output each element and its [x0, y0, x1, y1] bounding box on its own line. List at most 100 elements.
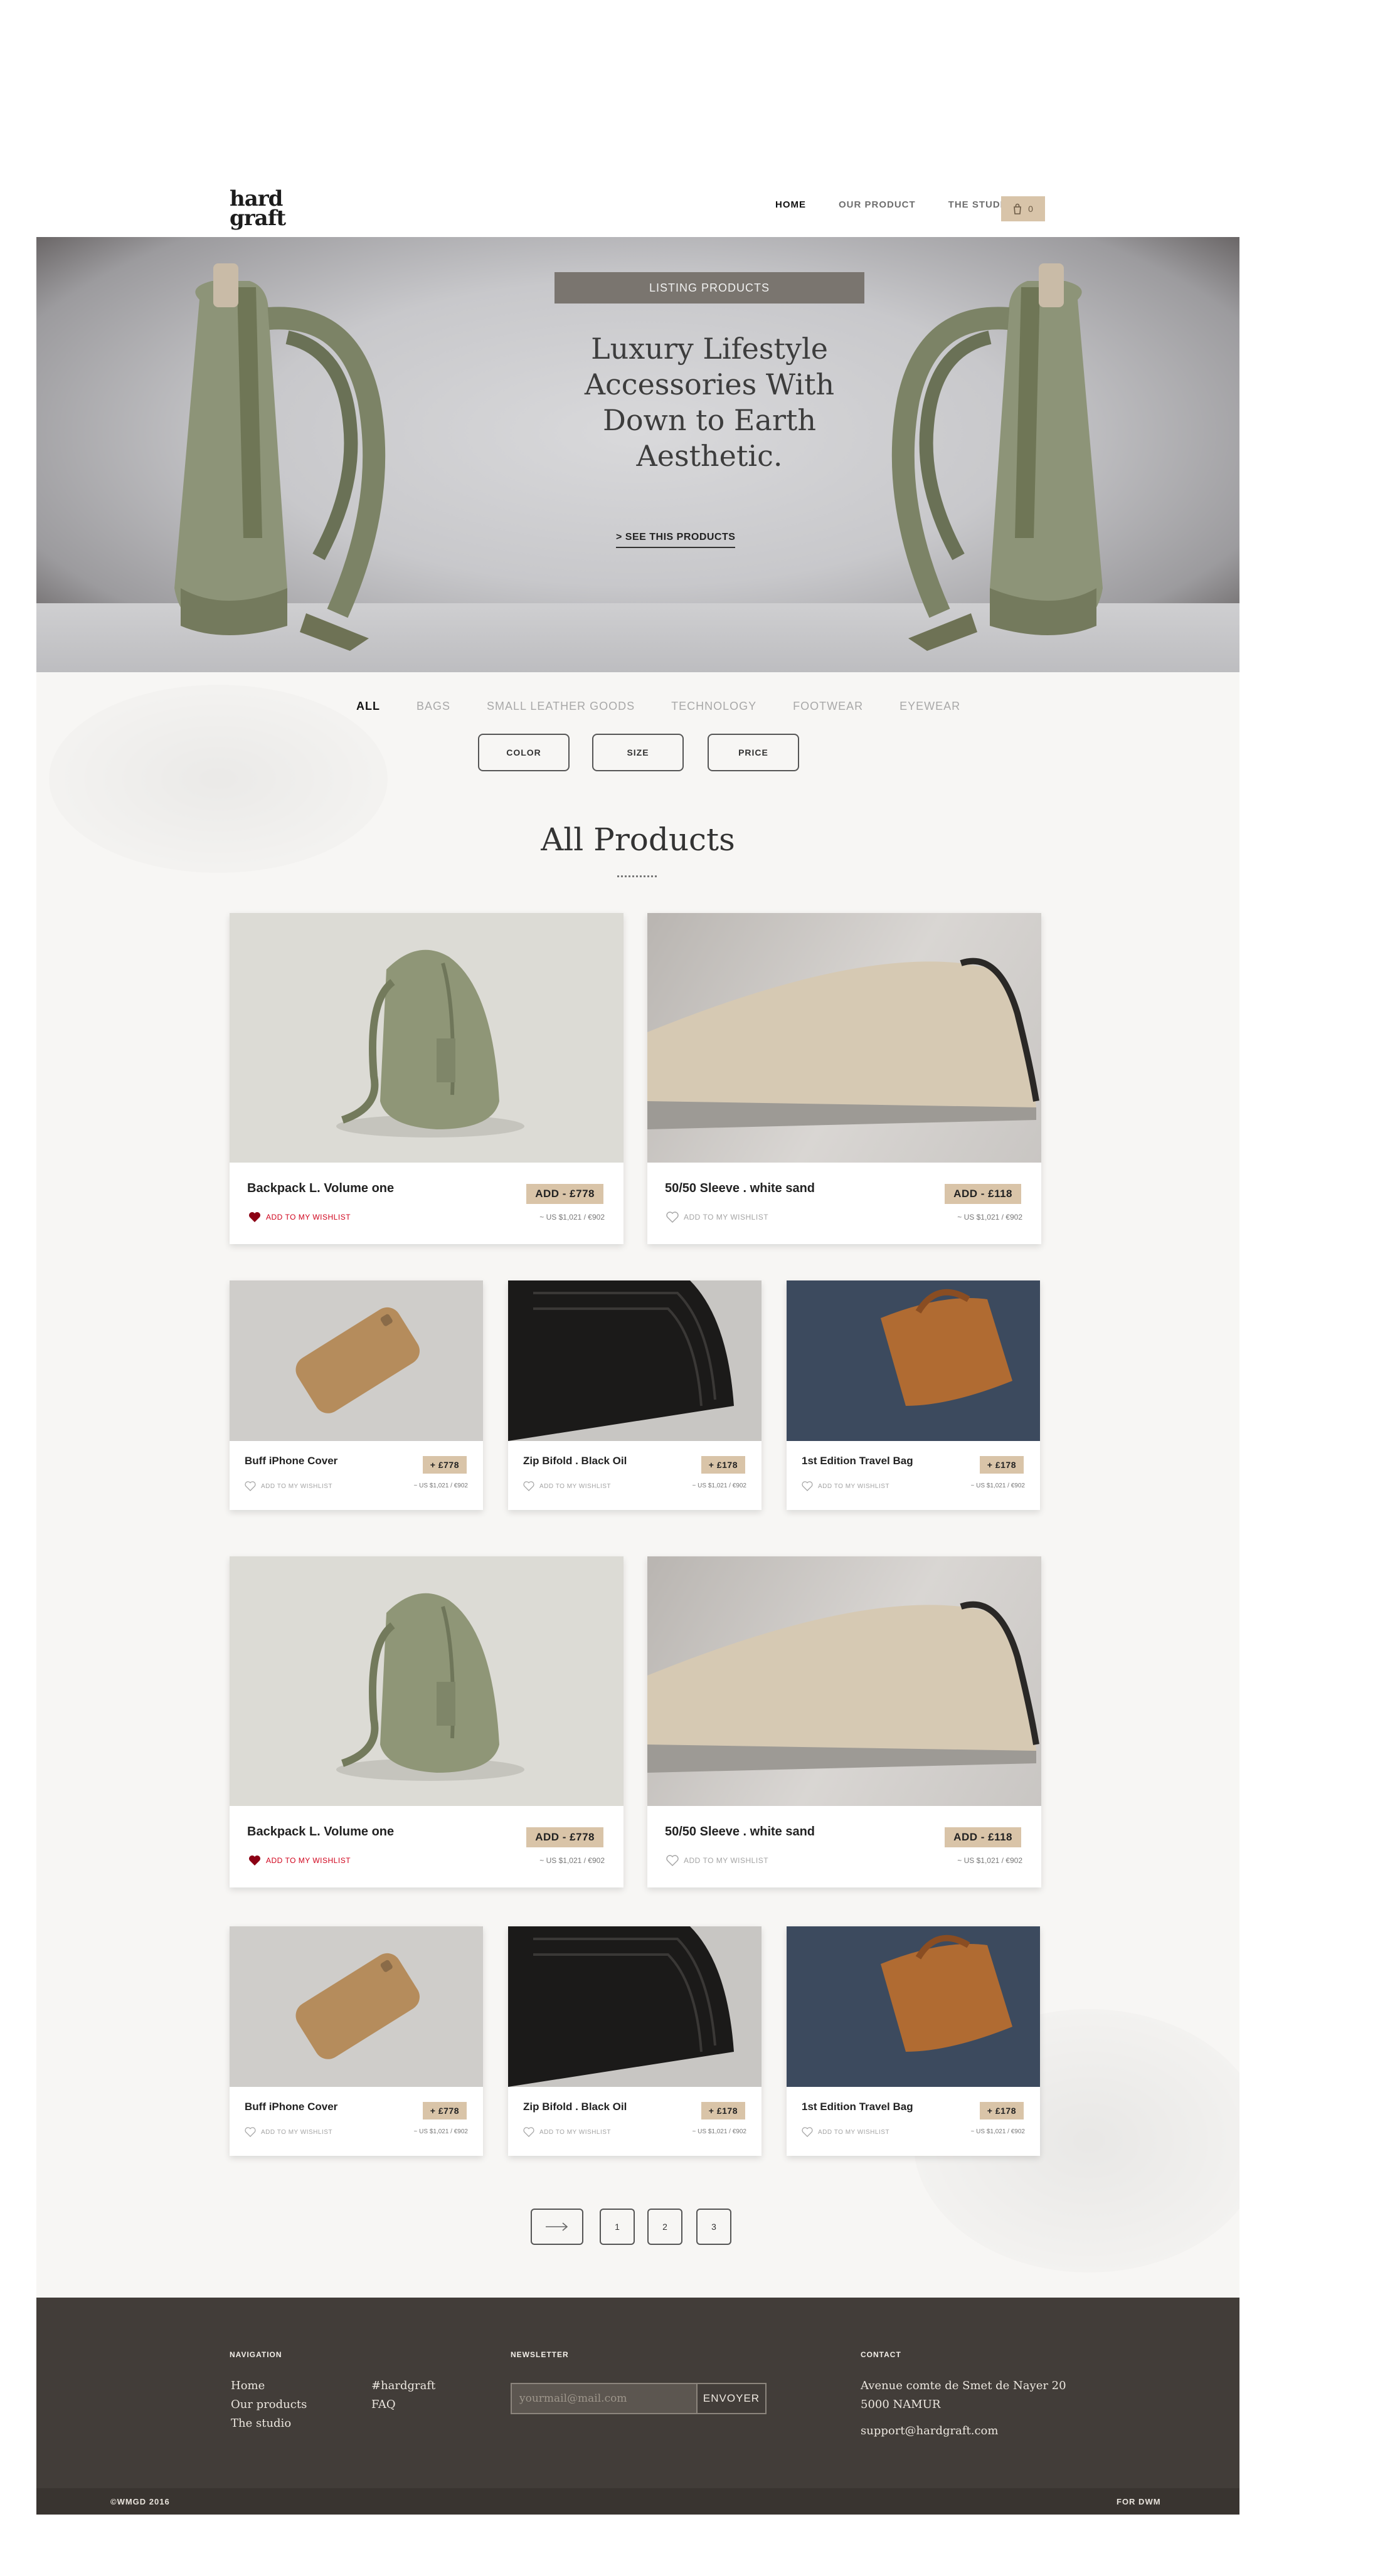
- title-divider: [617, 875, 659, 877]
- product-name: Buff iPhone Cover: [245, 2101, 338, 2113]
- product-card[interactable]: 1st Edition Travel Bag + £178 ADD TO MY …: [787, 1926, 1040, 2156]
- hero-title-line: Aesthetic.: [636, 439, 783, 473]
- product-image-backpack: [230, 1556, 624, 1806]
- product-image-sleeve: [647, 913, 1041, 1163]
- add-to-cart-button[interactable]: + £778: [422, 2102, 467, 2119]
- price-conversion: ~ US $1,021 / €902: [692, 1482, 746, 1489]
- tab-all[interactable]: ALL: [356, 700, 380, 713]
- hero-title: Luxury Lifestyle Accessories With Down t…: [513, 331, 906, 474]
- wishlist-toggle[interactable]: ADD TO MY WISHLIST: [245, 1481, 332, 1491]
- filter-price-button[interactable]: PRICE: [708, 734, 799, 771]
- wishlist-label: ADD TO MY WISHLIST: [818, 1482, 890, 1490]
- tab-eyewear[interactable]: EYEWEAR: [899, 700, 960, 713]
- iphone-cover-illustration: [295, 1953, 420, 2059]
- wishlist-label: ADD TO MY WISHLIST: [539, 1482, 612, 1490]
- heart-icon: [245, 1481, 256, 1491]
- wishlist-toggle[interactable]: ADD TO MY WISHLIST: [248, 1211, 351, 1223]
- footer-link-home[interactable]: Home: [231, 2379, 265, 2392]
- page-3-button[interactable]: 3: [696, 2209, 731, 2245]
- price-conversion: ~ US $1,021 / €902: [539, 1856, 605, 1865]
- tab-small-leather-goods[interactable]: SMALL LEATHER GOODS: [487, 700, 635, 713]
- tab-bags[interactable]: BAGS: [417, 700, 450, 713]
- wishlist-label: ADD TO MY WISHLIST: [266, 1213, 351, 1222]
- cart-button[interactable]: 0: [1001, 196, 1045, 221]
- add-to-cart-button[interactable]: + £178: [701, 2102, 745, 2119]
- wishlist-toggle[interactable]: ADD TO MY WISHLIST: [666, 1855, 768, 1866]
- price-conversion: ~ US $1,021 / €902: [539, 1213, 605, 1222]
- category-tabs: ALL BAGS SMALL LEATHER GOODS TECHNOLOGY …: [356, 700, 997, 713]
- product-card[interactable]: 50/50 Sleeve . white sand ADD - £118 ADD…: [647, 1556, 1041, 1887]
- heart-icon: [245, 2127, 256, 2137]
- product-image-backpack: [230, 913, 624, 1163]
- travel-bag-illustration: [787, 1926, 1040, 2087]
- product-card[interactable]: Buff iPhone Cover + £778 ADD TO MY WISHL…: [230, 1926, 483, 2156]
- brand-logo[interactable]: hard graft: [230, 188, 299, 229]
- add-to-cart-button[interactable]: + £178: [979, 1456, 1024, 1474]
- product-image-iphone-cover: [230, 1280, 483, 1441]
- product-card[interactable]: Buff iPhone Cover + £778 ADD TO MY WISHL…: [230, 1280, 483, 1510]
- wishlist-toggle[interactable]: ADD TO MY WISHLIST: [523, 1481, 611, 1491]
- wishlist-toggle[interactable]: ADD TO MY WISHLIST: [666, 1211, 768, 1223]
- add-to-cart-button[interactable]: ADD - £778: [526, 1827, 603, 1847]
- newsletter-submit-button[interactable]: ENVOYER: [696, 2383, 767, 2414]
- wishlist-toggle[interactable]: ADD TO MY WISHLIST: [248, 1855, 351, 1866]
- product-name: Backpack L. Volume one: [247, 1825, 395, 1839]
- nav-home[interactable]: HOME: [775, 199, 806, 210]
- wallet-illustration: [508, 1280, 734, 1441]
- add-to-cart-button[interactable]: ADD - £118: [945, 1184, 1021, 1204]
- product-name: Backpack L. Volume one: [247, 1181, 395, 1195]
- tab-technology[interactable]: TECHNOLOGY: [671, 700, 756, 713]
- footer-link-the-studio[interactable]: The studio: [231, 2417, 291, 2430]
- cart-count: 0: [1028, 204, 1033, 214]
- hero-title-line: Down to Earth: [602, 403, 817, 437]
- product-name: Buff iPhone Cover: [245, 1455, 338, 1467]
- newsletter-email-input[interactable]: [511, 2383, 696, 2414]
- price-conversion: ~ US $1,021 / €902: [970, 1482, 1025, 1489]
- product-card[interactable]: Zip Bifold . Black Oil + £178 ADD TO MY …: [508, 1280, 761, 1510]
- wishlist-toggle[interactable]: ADD TO MY WISHLIST: [523, 2127, 611, 2137]
- add-to-cart-button[interactable]: + £778: [422, 1456, 467, 1474]
- tab-footwear[interactable]: FOOTWEAR: [793, 700, 863, 713]
- nav-our-product[interactable]: OUR PRODUCT: [839, 199, 916, 210]
- page-1-button[interactable]: 1: [600, 2209, 635, 2245]
- price-conversion: ~ US $1,021 / €902: [413, 1482, 468, 1489]
- product-card[interactable]: Backpack L. Volume one ADD - £778 ADD TO…: [230, 1556, 624, 1887]
- next-page-button[interactable]: [531, 2209, 583, 2245]
- contact-email-link[interactable]: support@hardgraft.com: [861, 2424, 998, 2437]
- footer-link-faq[interactable]: FAQ: [371, 2398, 396, 2411]
- product-card[interactable]: Zip Bifold . Black Oil + £178 ADD TO MY …: [508, 1926, 761, 2156]
- footer-link-hardgraft[interactable]: #hardgraft: [371, 2379, 435, 2392]
- add-to-cart-button[interactable]: ADD - £778: [526, 1184, 603, 1204]
- add-to-cart-button[interactable]: + £178: [701, 1456, 745, 1474]
- price-conversion: ~ US $1,021 / €902: [957, 1213, 1022, 1222]
- add-to-cart-button[interactable]: + £178: [979, 2102, 1024, 2119]
- heart-icon: [249, 1212, 260, 1222]
- footer-link-our-products[interactable]: Our products: [231, 2398, 307, 2411]
- backpack-left-image: [174, 263, 386, 651]
- heart-icon: [666, 1855, 679, 1866]
- backpack-illustration: [336, 1593, 524, 1781]
- price-conversion: ~ US $1,021 / €902: [413, 2128, 468, 2135]
- wishlist-label: ADD TO MY WISHLIST: [261, 1482, 333, 1490]
- hero-banner: LISTING PRODUCTS Luxury Lifestyle Access…: [36, 237, 1239, 672]
- product-name: 50/50 Sleeve . white sand: [665, 1181, 815, 1195]
- contact-address-line2: 5000 NAMUR: [861, 2398, 941, 2411]
- product-card[interactable]: Backpack L. Volume one ADD - £778 ADD TO…: [230, 913, 624, 1244]
- price-conversion: ~ US $1,021 / €902: [970, 2128, 1025, 2135]
- product-name: Zip Bifold . Black Oil: [523, 1455, 627, 1467]
- filter-color-button[interactable]: COLOR: [478, 734, 570, 771]
- page-2-button[interactable]: 2: [647, 2209, 682, 2245]
- product-card[interactable]: 50/50 Sleeve . white sand ADD - £118 ADD…: [647, 913, 1041, 1244]
- wishlist-toggle[interactable]: ADD TO MY WISHLIST: [802, 1481, 889, 1491]
- product-card[interactable]: 1st Edition Travel Bag + £178 ADD TO MY …: [787, 1280, 1040, 1510]
- wishlist-toggle[interactable]: ADD TO MY WISHLIST: [802, 2127, 889, 2137]
- footer-navigation-heading: NAVIGATION: [230, 2350, 282, 2359]
- see-products-link[interactable]: > SEE THIS PRODUCTS: [616, 532, 736, 548]
- filter-size-button[interactable]: SIZE: [592, 734, 684, 771]
- iphone-cover-illustration: [295, 1307, 420, 1413]
- add-to-cart-button[interactable]: ADD - £118: [945, 1827, 1021, 1847]
- product-image-wallet: [508, 1926, 761, 2087]
- wishlist-toggle[interactable]: ADD TO MY WISHLIST: [245, 2127, 332, 2137]
- backpack-illustration: [336, 949, 524, 1138]
- credit-text: FOR DWM: [1117, 2497, 1161, 2506]
